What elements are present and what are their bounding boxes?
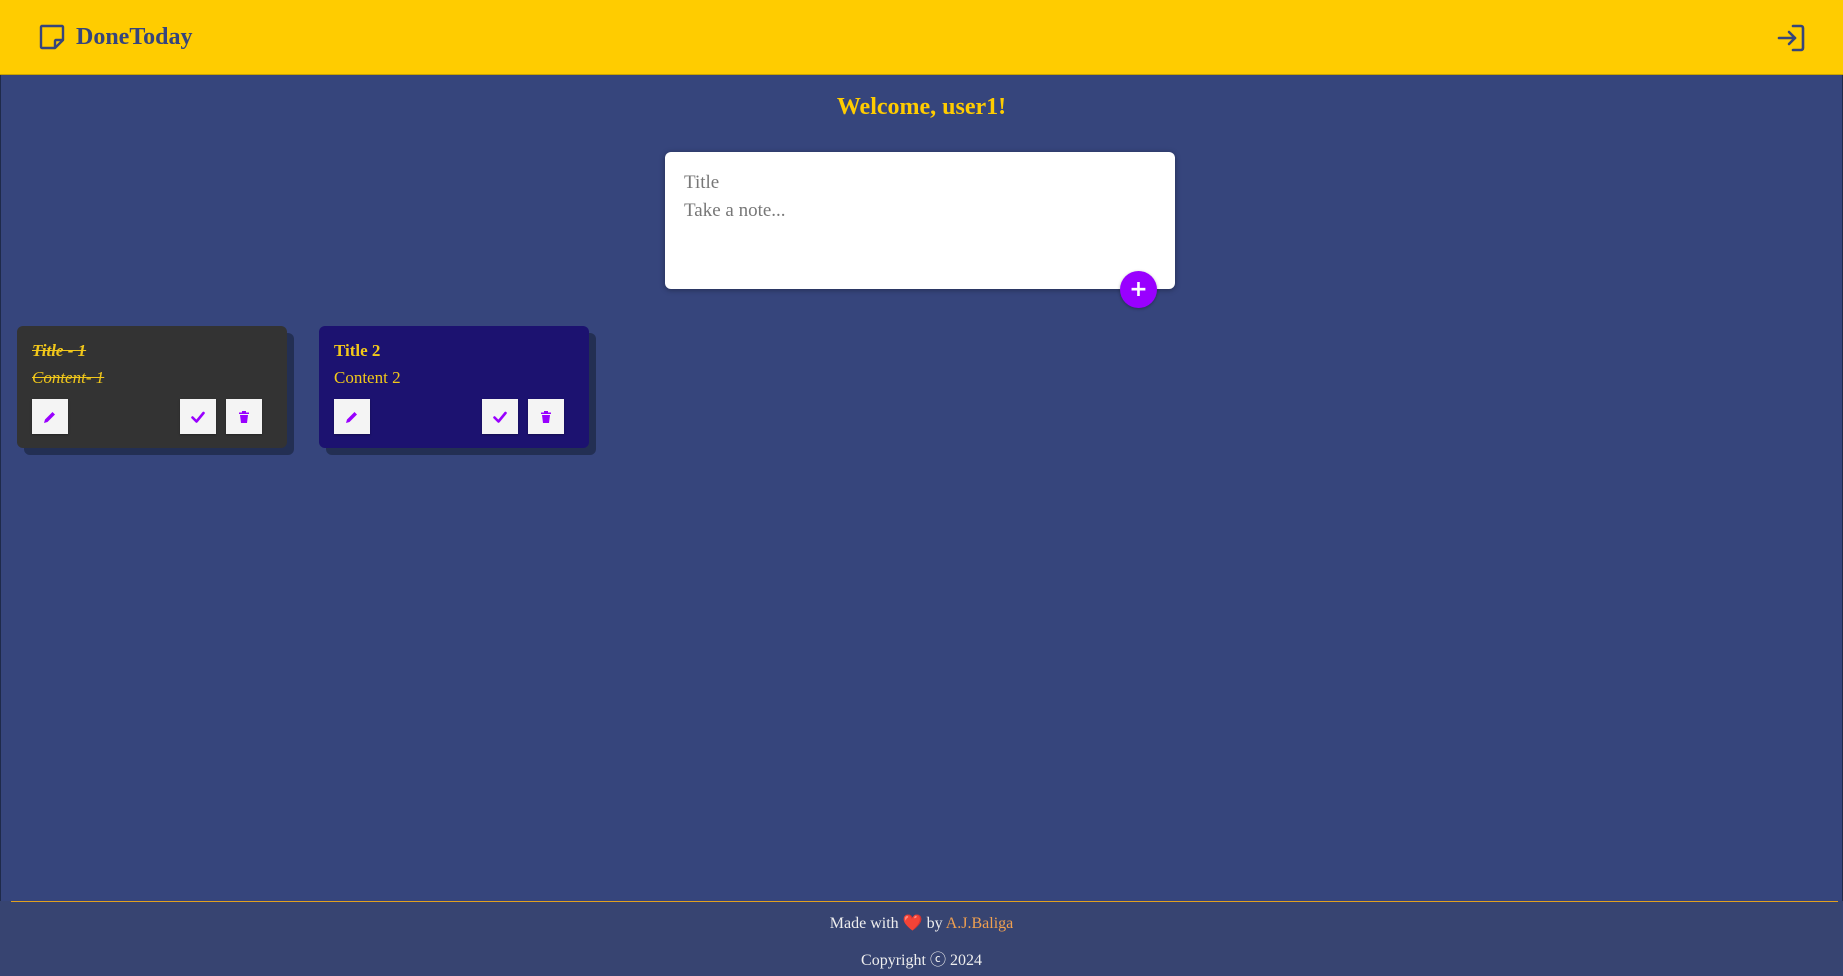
note-title: Title 2 (334, 341, 381, 360)
check-icon (191, 411, 205, 423)
heart-icon: ❤️ (902, 915, 923, 932)
note-card: Title 2 Content 2 (319, 326, 589, 448)
sign-in-icon[interactable] (1775, 22, 1807, 54)
check-icon (493, 411, 507, 423)
note-title: Title - 1 (32, 341, 87, 360)
page-frame (0, 0, 1843, 976)
edit-note-button[interactable] (32, 399, 68, 434)
made-with-line: Made with ❤️ by A.J.Baliga (0, 913, 1843, 933)
delete-note-button[interactable] (226, 399, 262, 434)
complete-note-button[interactable] (180, 399, 216, 434)
brand[interactable]: DoneToday (38, 23, 192, 51)
edit-note-button[interactable] (334, 399, 370, 434)
note-card: Title - 1 Content- 1 (17, 326, 287, 448)
note-content: Content 2 (334, 368, 401, 387)
app-title: DoneToday (76, 23, 193, 50)
complete-note-button[interactable] (482, 399, 518, 434)
pencil-icon (346, 411, 357, 423)
note-content-input[interactable] (684, 200, 1156, 260)
page-footer: Made with ❤️ by A.J.Baliga Copyright ⓒ 2… (0, 901, 1843, 976)
footer-divider (11, 901, 1838, 902)
add-note-button[interactable]: + (1120, 271, 1157, 308)
by-text: by (926, 915, 943, 932)
create-note-form (665, 152, 1175, 289)
app-header: DoneToday (0, 0, 1843, 75)
trash-icon (239, 410, 249, 423)
pencil-icon (44, 411, 55, 423)
copyright-text: Copyright ⓒ 2024 (861, 952, 982, 969)
note-content: Content- 1 (32, 368, 105, 387)
made-with-text: Made with (829, 915, 899, 932)
note-title-input[interactable] (684, 170, 1156, 196)
sticky-note-icon (39, 24, 65, 50)
delete-note-button[interactable] (528, 399, 564, 434)
trash-icon (541, 410, 551, 423)
welcome-message: Welcome, user1! (836, 94, 1007, 120)
author-link[interactable]: A.J.Baliga (946, 915, 1014, 932)
